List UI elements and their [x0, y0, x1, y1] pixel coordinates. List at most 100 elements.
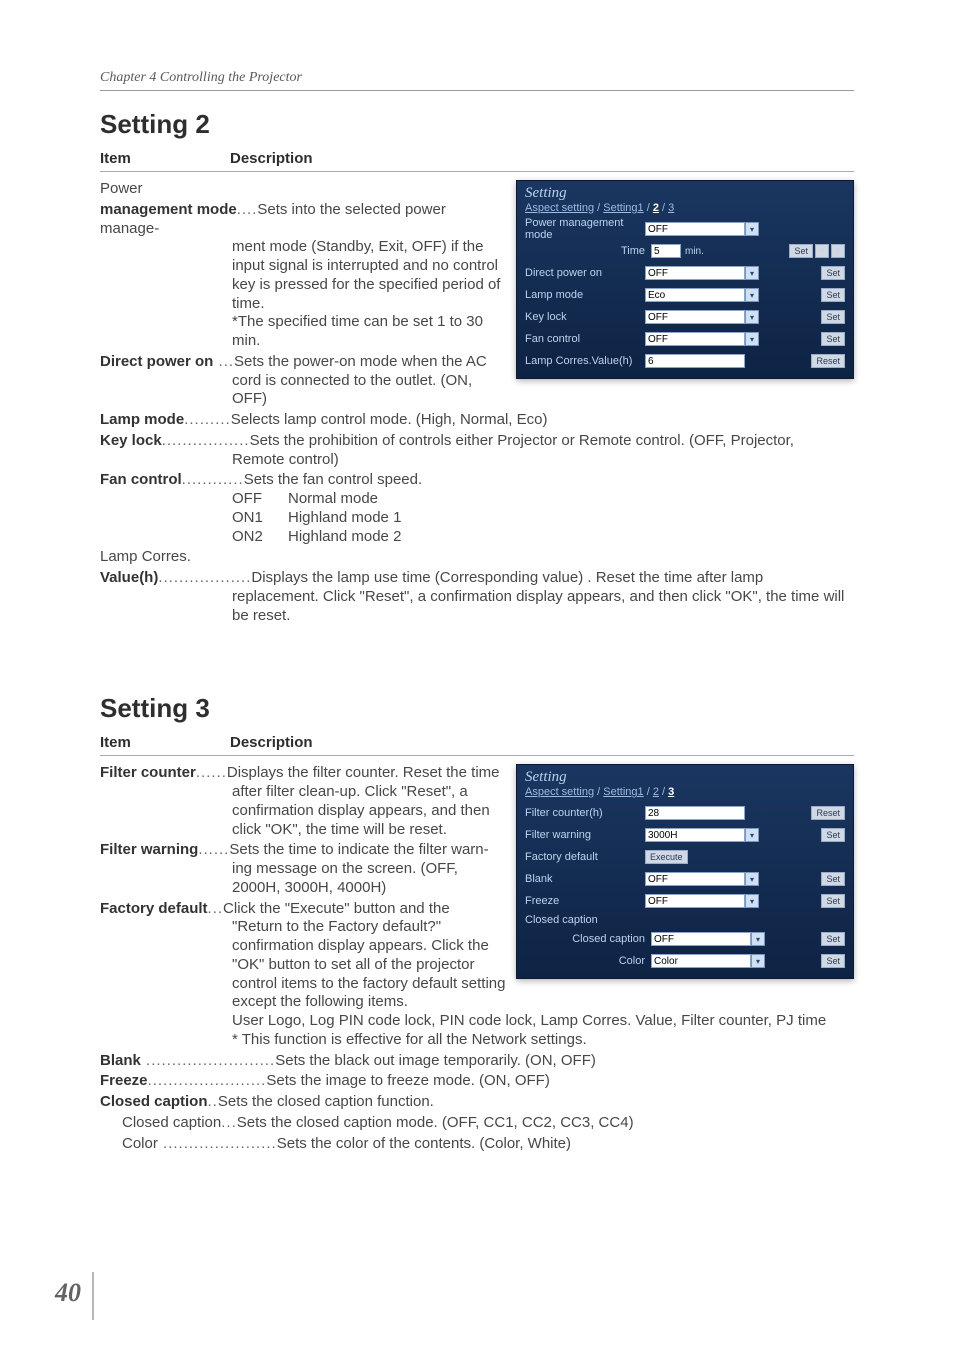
- chevron-down-icon[interactable]: ▾: [745, 266, 759, 280]
- lamp-desc: Selects lamp control mode. (High, Normal…: [231, 411, 548, 428]
- fd-term: Factory default: [100, 900, 208, 917]
- fan-desc: Sets the fan control speed.: [244, 471, 422, 488]
- divider: [100, 171, 854, 172]
- color-select[interactable]: Color: [651, 954, 751, 968]
- chevron-down-icon[interactable]: ▾: [745, 828, 759, 842]
- reset-button[interactable]: Reset: [811, 354, 845, 368]
- tab-aspect[interactable]: Aspect setting: [525, 786, 594, 798]
- fwarn-select[interactable]: 3000H: [645, 828, 745, 842]
- freeze-select[interactable]: OFF: [645, 894, 745, 908]
- fcounter-label: Filter counter(h): [525, 807, 645, 819]
- corres-desc: Displays the lamp use time (Correspondin…: [251, 569, 763, 586]
- chevron-down-icon[interactable]: ▾: [745, 222, 759, 236]
- fd-desc3: * This function is effective for all the…: [232, 1031, 854, 1050]
- col-description: Description: [230, 734, 313, 751]
- setting2-panel: Setting Aspect setting / Setting1 / 2 / …: [516, 180, 854, 379]
- chevron-down-icon[interactable]: ▾: [745, 872, 759, 886]
- time-label: Time: [525, 245, 651, 257]
- chevron-down-icon[interactable]: ▾: [751, 932, 765, 946]
- tab-setting1[interactable]: Setting1: [603, 202, 643, 214]
- key-label: Key lock: [525, 311, 645, 323]
- fan-select[interactable]: OFF: [645, 332, 745, 346]
- divider: [100, 755, 854, 756]
- set-button[interactable]: Set: [821, 332, 845, 346]
- cc-desc: Sets the closed caption function.: [218, 1093, 434, 1110]
- dots: .................: [162, 432, 250, 449]
- cc-sub-desc: Sets the closed caption mode. (OFF, CC1,…: [237, 1114, 634, 1131]
- tab-setting1[interactable]: Setting1: [603, 786, 643, 798]
- time-unit: min.: [685, 246, 704, 257]
- blank-term: Blank: [100, 1052, 141, 1069]
- cc-sub-term: Closed caption: [122, 1114, 221, 1131]
- fan-off: OFFNormal mode: [232, 490, 854, 509]
- set-button[interactable]: Set: [821, 266, 845, 280]
- fdefault-label: Factory default: [525, 851, 645, 863]
- col-item: Item: [100, 734, 230, 751]
- lamp-label: Lamp mode: [525, 289, 645, 301]
- key-select[interactable]: OFF: [645, 310, 745, 324]
- dpo-desc: Sets the power-on mode when the AC: [234, 353, 487, 370]
- color-desc: Sets the color of the contents. (Color, …: [277, 1135, 571, 1152]
- dpo-term: Direct power on: [100, 353, 213, 370]
- lamp-select[interactable]: Eco: [645, 288, 745, 302]
- chevron-down-icon[interactable]: ▾: [745, 332, 759, 346]
- pmm-label: Power management mode: [525, 217, 645, 241]
- set-button[interactable]: Set: [821, 932, 845, 946]
- panel-title: Setting: [517, 765, 853, 786]
- tab-sep: /: [594, 786, 603, 798]
- set-button[interactable]: Set: [821, 828, 845, 842]
- blank-desc: Sets the black out image temporarily. (O…: [275, 1052, 596, 1069]
- dots: ..................: [158, 569, 251, 586]
- set-button[interactable]: Set: [789, 244, 813, 258]
- setting3-panel: Setting Aspect setting / Setting1 / 2 / …: [516, 764, 854, 979]
- execute-button[interactable]: Execute: [645, 850, 688, 864]
- set-button[interactable]: Set: [821, 894, 845, 908]
- dpo-select[interactable]: OFF: [645, 266, 745, 280]
- tab-3[interactable]: 3: [668, 786, 674, 798]
- fcounter-input[interactable]: 28: [645, 806, 745, 820]
- panel-tabs: Aspect setting / Setting1 / 2 / 3: [517, 202, 853, 218]
- cc-select[interactable]: OFF: [651, 932, 751, 946]
- tab-sep: /: [594, 202, 603, 214]
- tab-sep: /: [659, 786, 668, 798]
- minus-button[interactable]: -: [815, 244, 829, 258]
- set-button[interactable]: Set: [821, 310, 845, 324]
- corres-term: Value(h): [100, 569, 158, 586]
- dots: ......: [198, 841, 229, 858]
- key-desc: Sets the prohibition of controls either …: [250, 432, 794, 449]
- setting3-heading: Setting 3: [100, 693, 854, 724]
- fw-term: Filter warning: [100, 841, 198, 858]
- set-button[interactable]: Set: [821, 288, 845, 302]
- fan-on2: ON2Highland mode 2: [232, 528, 854, 547]
- freeze-label: Freeze: [525, 895, 645, 907]
- chapter-header: Chapter 4 Controlling the Projector: [100, 70, 854, 91]
- tab-3[interactable]: 3: [668, 202, 674, 214]
- reset-button[interactable]: Reset: [811, 806, 845, 820]
- page-number-divider: [92, 1272, 94, 1320]
- tab-sep: /: [644, 202, 653, 214]
- color-term: Color: [122, 1135, 158, 1152]
- corres-input[interactable]: 6: [645, 354, 745, 368]
- set-button[interactable]: Set: [821, 954, 845, 968]
- plus-button[interactable]: +: [831, 244, 845, 258]
- panel-tabs: Aspect setting / Setting1 / 2 / 3: [517, 786, 853, 802]
- pmm-select[interactable]: OFF: [645, 222, 745, 236]
- chevron-down-icon[interactable]: ▾: [745, 310, 759, 324]
- fan-term: Fan control: [100, 471, 182, 488]
- dpo-label: Direct power on: [525, 267, 645, 279]
- col-description: Description: [230, 150, 313, 167]
- chevron-down-icon[interactable]: ▾: [745, 894, 759, 908]
- dots: ......................: [158, 1135, 277, 1152]
- set-button[interactable]: Set: [821, 872, 845, 886]
- dots: ......: [196, 764, 227, 781]
- blank-select[interactable]: OFF: [645, 872, 745, 886]
- tab-aspect[interactable]: Aspect setting: [525, 202, 594, 214]
- cc-section: Closed caption: [517, 912, 853, 928]
- chevron-down-icon[interactable]: ▾: [751, 954, 765, 968]
- fc-desc: Displays the filter counter. Reset the t…: [227, 764, 500, 781]
- fwarn-label: Filter warning: [525, 829, 645, 841]
- fan-label: Fan control: [525, 333, 645, 345]
- chevron-down-icon[interactable]: ▾: [745, 288, 759, 302]
- dots: .........: [184, 411, 231, 428]
- time-input[interactable]: 5: [651, 244, 681, 258]
